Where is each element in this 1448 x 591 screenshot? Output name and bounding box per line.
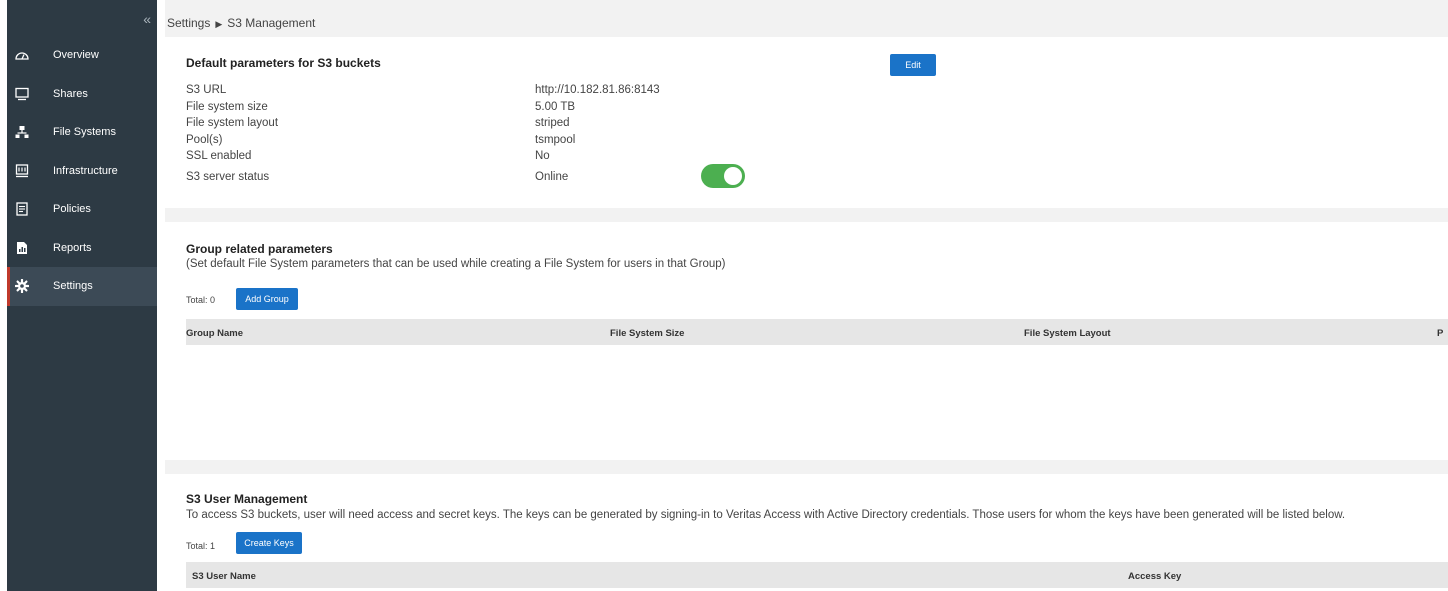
pools-value: tsmpool: [535, 133, 576, 146]
sidebar-item-label: Reports: [53, 241, 92, 254]
server-status-label: S3 server status: [186, 171, 270, 183]
column-header-fs-layout[interactable]: File System Layout: [1024, 328, 1111, 339]
breadcrumb-parent[interactable]: Settings: [167, 16, 210, 30]
network-icon: [15, 126, 29, 139]
server-status-value: Online: [535, 171, 569, 183]
breadcrumb-current: S3 Management: [227, 16, 316, 30]
groups-table-header: Group Name File System Size File System …: [186, 319, 1448, 345]
sidebar: « Overview Shares File Systems Infrastru…: [0, 0, 157, 591]
sidebar-item-shares[interactable]: Shares: [7, 75, 157, 114]
document-icon: [16, 202, 28, 216]
section-subtitle: (Set default File System parameters that…: [186, 258, 726, 270]
create-keys-button[interactable]: Create Keys: [236, 532, 302, 554]
sidebar-item-label: Settings: [53, 280, 93, 293]
group-parameters-card: Group related parameters (Set default Fi…: [165, 222, 1448, 460]
sidebar-item-label: Overview: [53, 49, 99, 62]
sidebar-item-label: File Systems: [53, 126, 116, 139]
section-title: S3 User Management: [186, 492, 308, 506]
ssl-enabled-value: No: [535, 150, 550, 162]
users-table-header: S3 User Name Access Key: [186, 562, 1448, 588]
sidebar-item-label: Shares: [53, 87, 88, 100]
add-group-button[interactable]: Add Group: [236, 288, 298, 310]
column-header-access-key[interactable]: Access Key: [1128, 571, 1181, 582]
sidebar-item-settings[interactable]: Settings: [7, 267, 157, 306]
fs-size-value: 5.00 TB: [535, 100, 576, 113]
dashboard-icon: [15, 52, 29, 60]
sidebar-item-policies[interactable]: Policies: [7, 190, 157, 229]
sidebar-item-overview[interactable]: Overview: [7, 36, 157, 75]
section-subtitle: To access S3 buckets, user will need acc…: [186, 509, 1346, 521]
sidebar-panel: « Overview Shares File Systems Infrastru…: [7, 0, 157, 591]
column-header-group-name[interactable]: Group Name: [186, 328, 243, 339]
section-title: Group related parameters: [186, 242, 333, 256]
sidebar-nav: Overview Shares File Systems Infrastruct…: [7, 36, 157, 306]
sidebar-item-file-systems[interactable]: File Systems: [7, 113, 157, 152]
sidebar-item-infrastructure[interactable]: Infrastructure: [7, 152, 157, 191]
sidebar-item-reports[interactable]: Reports: [7, 229, 157, 268]
s3-url-value: http://10.182.81.86:8143: [535, 84, 660, 96]
column-header-user-name[interactable]: S3 User Name: [192, 571, 256, 582]
breadcrumb: Settings ▶ S3 Management: [165, 0, 1448, 37]
pools-label: Pool(s): [186, 133, 223, 146]
users-total: Total: 1: [186, 541, 216, 551]
report-icon: [17, 241, 27, 254]
gear-icon: [15, 279, 29, 294]
fs-layout-label: File system layout: [186, 117, 279, 129]
column-header-pool[interactable]: P: [1437, 328, 1443, 339]
section-title: Default parameters for S3 buckets: [186, 56, 381, 70]
groups-total: Total: 0: [186, 295, 216, 305]
server-status-toggle[interactable]: [701, 164, 745, 188]
main-content: Settings ▶ S3 Management Default parameter…: [165, 0, 1448, 591]
edit-button[interactable]: Edit: [890, 54, 936, 76]
s3-url-label: S3 URL: [186, 84, 227, 96]
collapse-sidebar-button[interactable]: «: [143, 12, 151, 26]
breadcrumb-separator-icon: ▶: [215, 19, 223, 29]
fs-size-label: File system size: [186, 100, 268, 113]
ssl-enabled-label: SSL enabled: [186, 150, 252, 162]
default-parameters-card: Default parameters for S3 buckets Edit S…: [165, 37, 1448, 208]
monitor-icon: [15, 87, 29, 100]
fs-layout-value: striped: [535, 117, 570, 129]
toggle-knob: [724, 167, 742, 185]
app-window: « Overview Shares File Systems Infrastru…: [0, 0, 1448, 591]
sidebar-item-label: Policies: [53, 203, 91, 216]
sidebar-item-label: Infrastructure: [53, 164, 118, 177]
column-header-fs-size[interactable]: File System Size: [610, 328, 684, 339]
server-icon: [15, 164, 29, 177]
user-management-card: S3 User Management To access S3 buckets,…: [165, 474, 1448, 591]
